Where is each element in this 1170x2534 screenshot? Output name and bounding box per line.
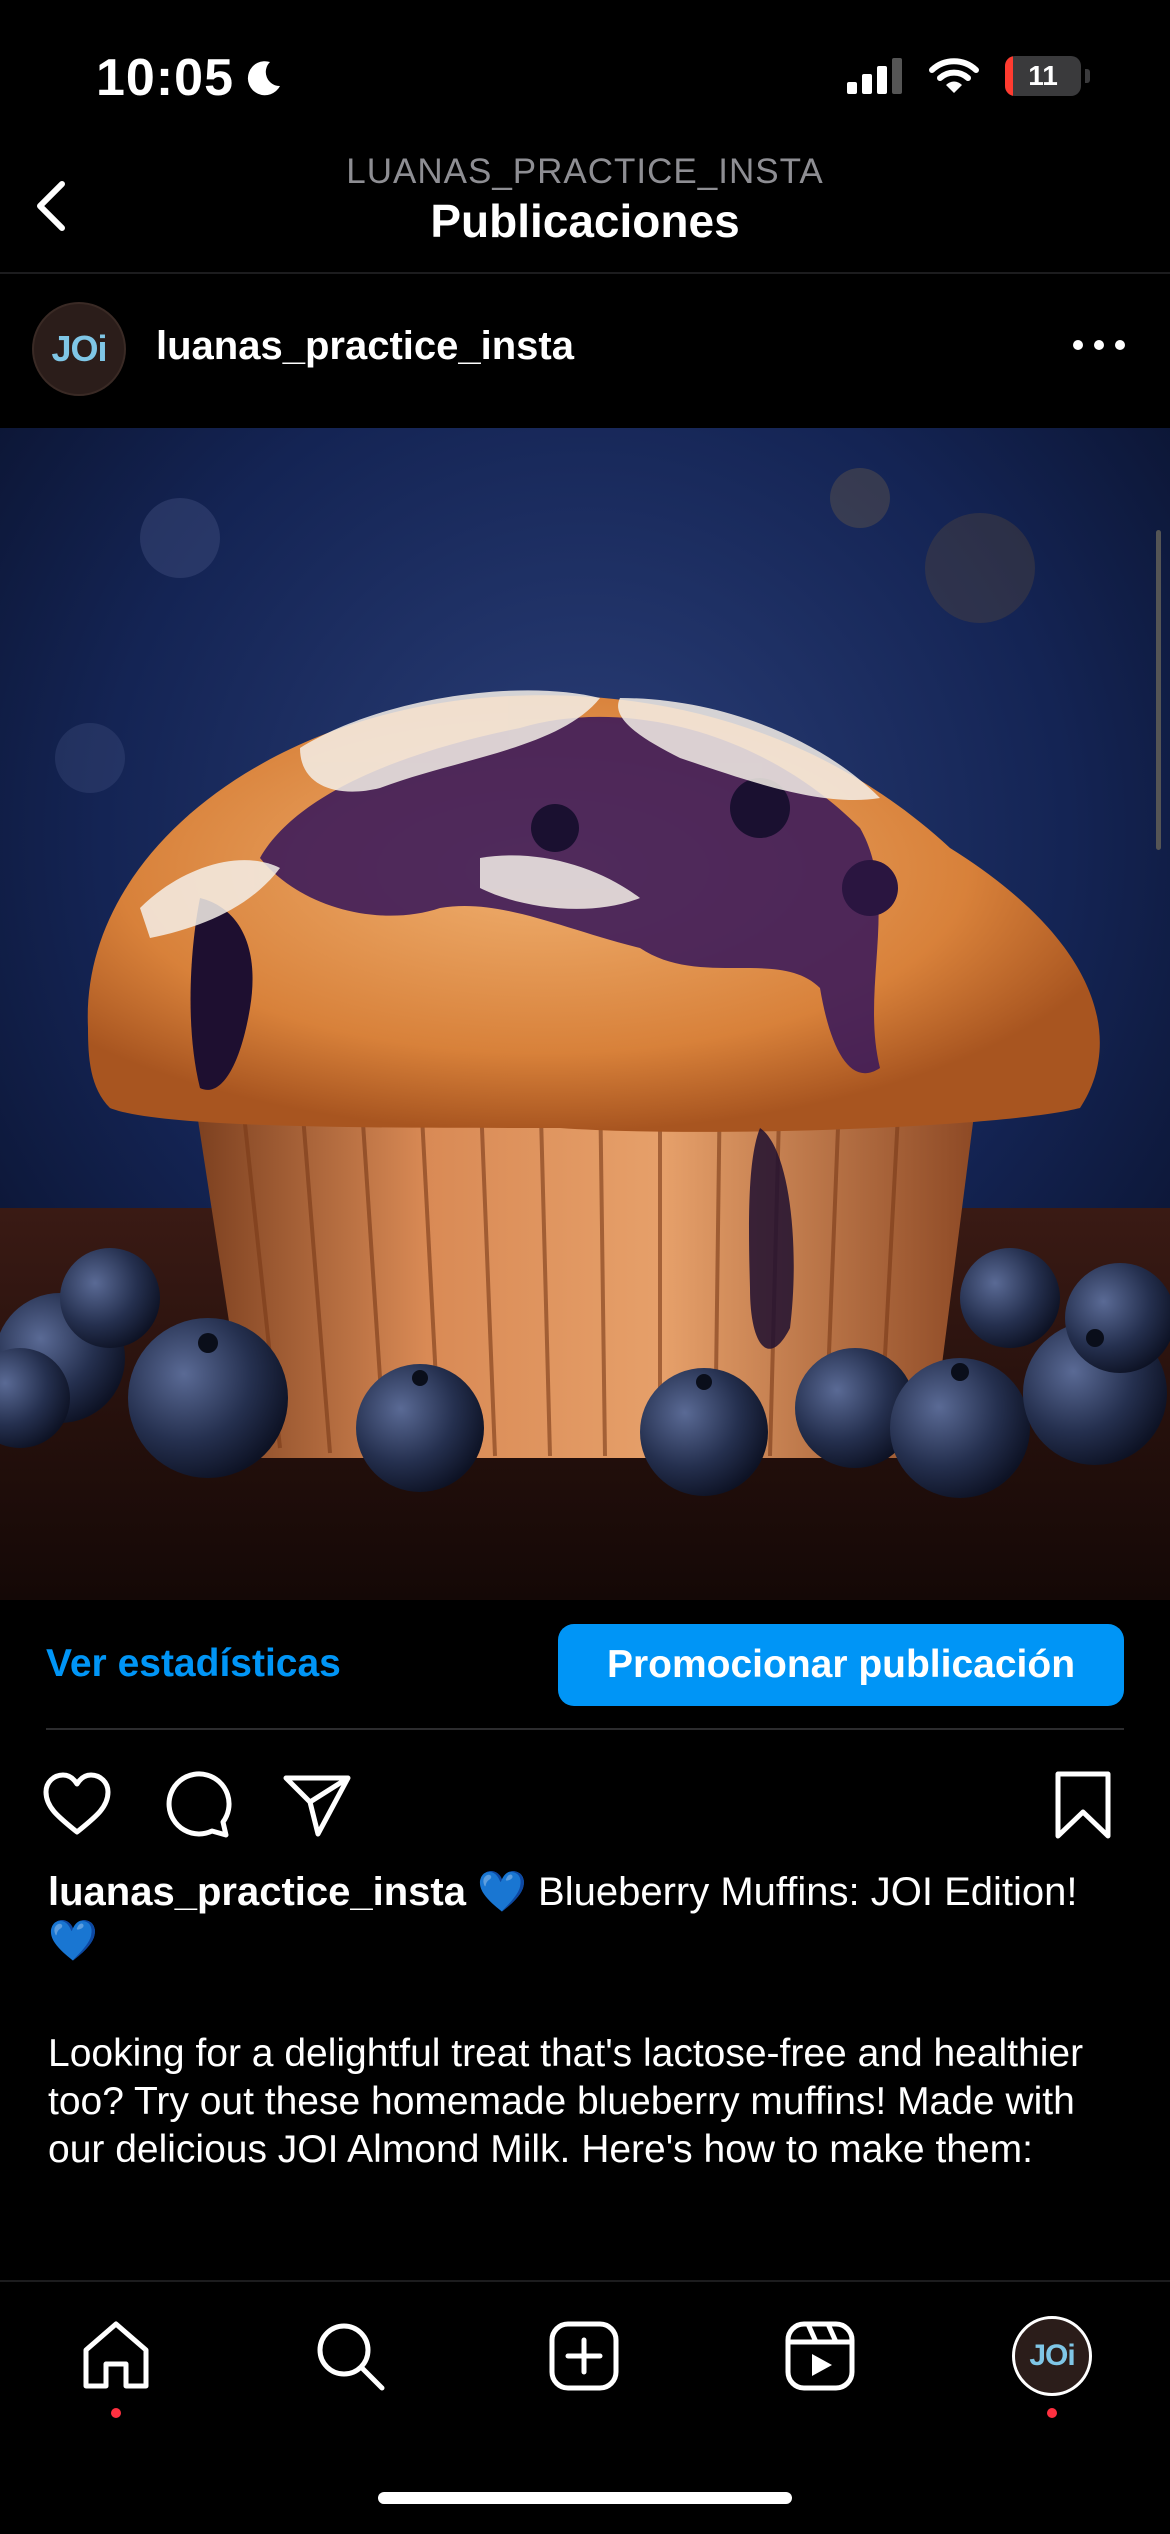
reels-icon[interactable]	[782, 2318, 858, 2394]
home-notification-dot	[111, 2408, 121, 2418]
time-text: 10:05	[96, 49, 234, 107]
post-image[interactable]	[0, 428, 1170, 1600]
search-icon[interactable]	[312, 2318, 388, 2394]
save-bookmark-icon[interactable]	[1046, 1768, 1120, 1842]
post-username[interactable]: luanas_practice_insta	[156, 324, 574, 369]
avatar[interactable]: JOi	[32, 302, 126, 396]
header-divider	[0, 272, 1170, 274]
caption-username[interactable]: luanas_practice_insta	[48, 1870, 466, 1914]
page-title: Publicaciones	[430, 195, 740, 247]
actions-divider	[46, 1728, 1124, 1730]
caption-body: Looking for a delightful treat that's la…	[48, 2032, 1084, 2171]
create-post-icon[interactable]	[546, 2318, 622, 2394]
moon-icon	[247, 61, 280, 96]
wifi-icon	[929, 58, 979, 93]
share-send-icon[interactable]	[280, 1768, 354, 1842]
profile-notification-dot	[1047, 2408, 1057, 2418]
post-caption: luanas_practice_insta 💙 Blueberry Muffin…	[48, 1868, 1118, 1966]
more-options-icon[interactable]	[1070, 330, 1128, 360]
status-indicators: 11	[847, 56, 1090, 96]
blueberry-muffin-image	[0, 428, 1170, 1600]
cellular-signal-icon	[847, 58, 902, 94]
home-indicator[interactable]	[378, 2492, 792, 2504]
promote-post-button[interactable]: Promocionar publicación	[558, 1624, 1124, 1706]
comment-bubble-icon[interactable]	[160, 1768, 234, 1842]
battery-icon: 11	[1005, 56, 1081, 96]
like-heart-icon[interactable]	[40, 1768, 114, 1842]
header-account: LUANAS_PRACTICE_INSTA	[346, 152, 824, 191]
battery-level: 11	[1028, 60, 1058, 91]
profile-tab-avatar[interactable]: JOi	[1012, 2316, 1092, 2396]
status-time: 10:05	[96, 48, 284, 108]
view-insights-link[interactable]: Ver estadísticas	[46, 1642, 341, 1686]
profile-avatar-text: JOi	[1029, 2339, 1075, 2372]
scrollbar[interactable]	[1156, 530, 1161, 850]
battery-tip	[1085, 69, 1090, 83]
home-icon[interactable]	[78, 2318, 154, 2394]
avatar-logo-text: JOi	[51, 328, 107, 369]
